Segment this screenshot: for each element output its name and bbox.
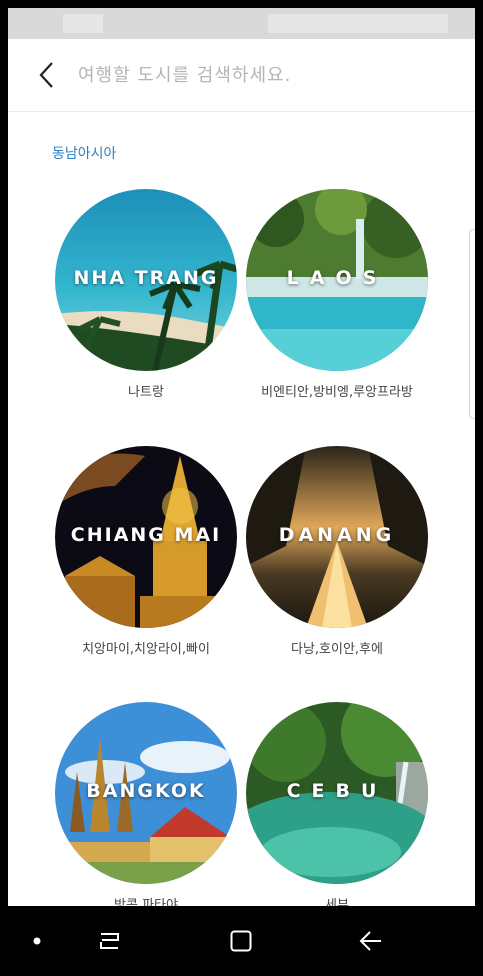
back-button[interactable] <box>30 57 64 93</box>
city-name-en: NHA TRANG <box>73 267 219 289</box>
city-image-cebu: CEBU <box>246 702 428 884</box>
search-bar <box>8 39 475 112</box>
recent-apps-icon <box>100 933 119 949</box>
home-icon <box>230 930 252 952</box>
city-name-ko: 방콕,파타야 <box>114 898 178 906</box>
city-image-danang: DANANG <box>246 446 428 628</box>
chevron-left-icon <box>39 62 53 88</box>
city-name-en: LAOS <box>286 267 388 289</box>
system-nav-bar <box>0 906 483 976</box>
back-arrow-icon <box>359 931 381 951</box>
phone-frame: 동남아시아 <box>0 0 483 976</box>
city-image-bangkok: BANGKOK <box>55 702 237 884</box>
city-name-ko: 세부 <box>325 898 349 906</box>
city-card-laos[interactable]: LAOS 비엔티안,방비엥,루앙프라방 <box>246 189 428 400</box>
section-title: 동남아시아 <box>52 146 117 162</box>
scrollbar[interactable] <box>469 229 475 419</box>
city-name-en: BANGKOK <box>86 780 206 802</box>
city-name-ko: 나트랑 <box>128 385 164 400</box>
app-screen: 동남아시아 <box>8 39 475 906</box>
nav-dot-button[interactable] <box>20 924 54 958</box>
city-card-danang[interactable]: DANANG 다낭,호이안,후에 <box>246 446 428 657</box>
city-card-nha-trang[interactable]: NHA TRANG 나트랑 <box>55 189 237 400</box>
city-card-chiang-mai[interactable]: CHIANG MAI 치앙마이,치앙라이,빠이 <box>55 446 237 657</box>
city-name-ko: 다낭,호이안,후에 <box>291 642 383 657</box>
dot-icon <box>33 937 41 945</box>
city-card-cebu[interactable]: CEBU 세부 <box>246 702 428 906</box>
home-button[interactable] <box>224 924 258 958</box>
city-name-en: CEBU <box>286 780 388 802</box>
system-back-button[interactable] <box>354 924 388 958</box>
city-image-laos: LAOS <box>246 189 428 371</box>
city-name-ko: 비엔티안,방비엥,루앙프라방 <box>261 385 413 400</box>
city-name-en: CHIANG MAI <box>70 524 222 546</box>
city-name-ko: 치앙마이,치앙라이,빠이 <box>82 642 210 657</box>
city-name-en: DANANG <box>278 524 396 546</box>
recent-apps-button[interactable] <box>93 924 127 958</box>
city-card-bangkok[interactable]: BANGKOK 방콕,파타야 <box>55 702 237 906</box>
city-image-chiang-mai: CHIANG MAI <box>55 446 237 628</box>
search-input[interactable] <box>78 59 448 91</box>
city-image-nha-trang: NHA TRANG <box>55 189 237 371</box>
status-bar <box>8 8 475 39</box>
